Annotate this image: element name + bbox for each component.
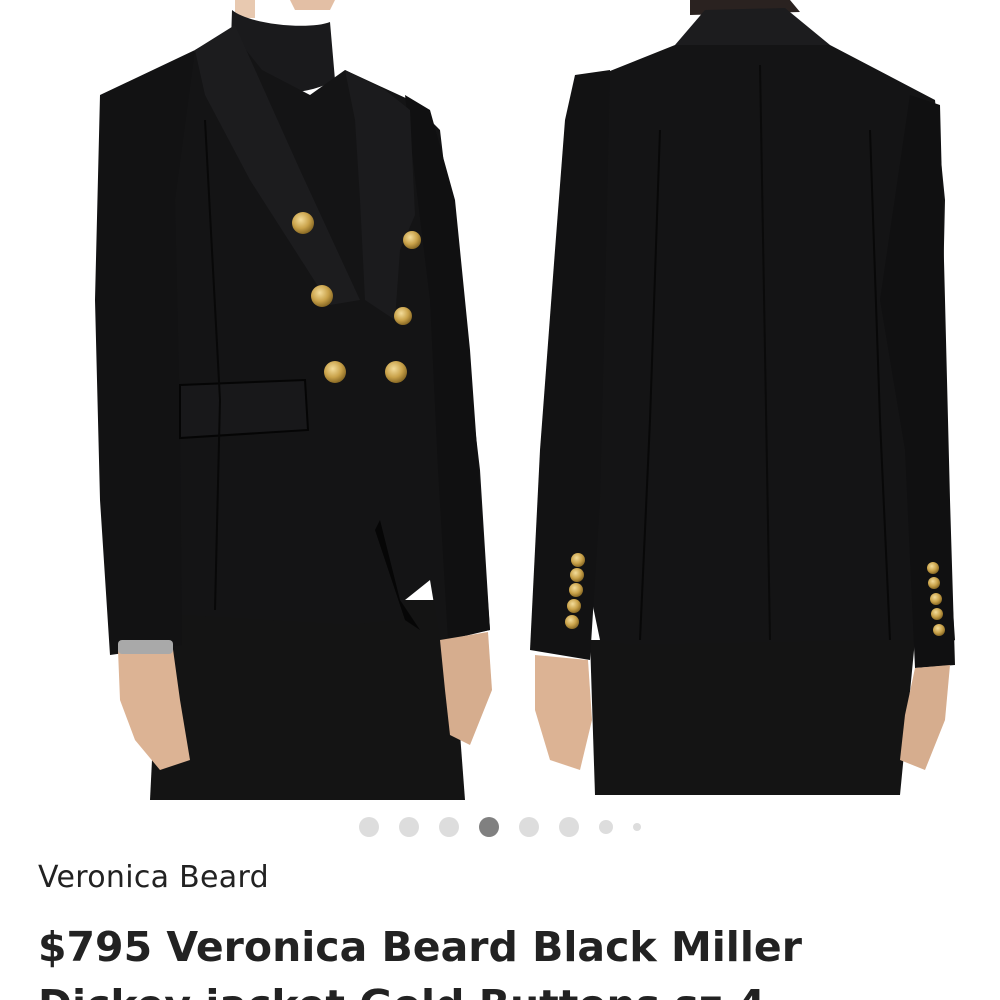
jacket-back-view: [530, 0, 955, 795]
listing-page: Veronica Beard $795 Veronica Beard Black…: [0, 0, 1000, 1000]
pagination-dot[interactable]: [439, 817, 459, 837]
pagination-dot[interactable]: [399, 817, 419, 837]
pagination-dot[interactable]: [599, 820, 613, 834]
pagination-dot-active[interactable]: [479, 817, 499, 837]
pagination-dot[interactable]: [633, 823, 641, 831]
gallery-pagination: [0, 816, 1000, 838]
product-photo: [95, 0, 955, 800]
brand-name[interactable]: Veronica Beard: [38, 860, 269, 895]
pagination-dot[interactable]: [519, 817, 539, 837]
pagination-dot[interactable]: [359, 817, 379, 837]
jacket-front-view: [95, 0, 492, 800]
pagination-dot[interactable]: [559, 817, 579, 837]
listing-title: $795 Veronica Beard Black Miller Dickey …: [38, 923, 802, 1000]
product-image-gallery[interactable]: [0, 0, 1000, 800]
